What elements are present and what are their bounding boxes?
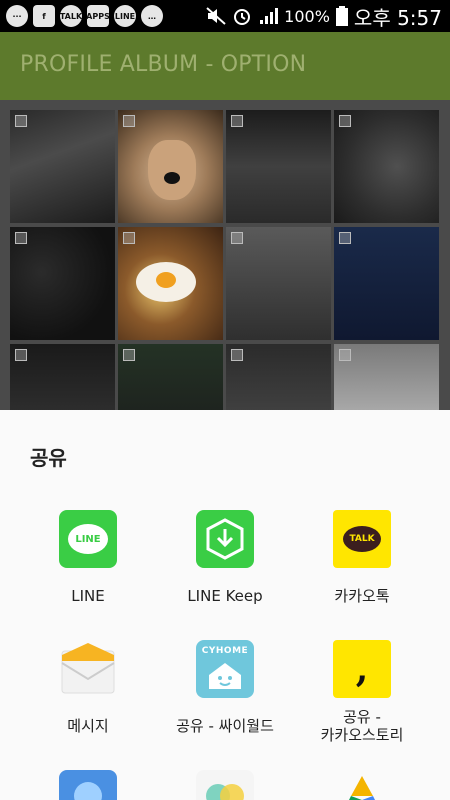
select-checkbox[interactable] — [231, 349, 243, 361]
photo-tile[interactable] — [334, 110, 439, 223]
photo-content — [156, 272, 176, 288]
photo-tile[interactable] — [10, 227, 115, 340]
photo-tile[interactable] — [10, 110, 115, 223]
share-sheet: 공유 LINE LINE LINE Keep TALK 카카오톡 메시지 CYH… — [0, 410, 450, 800]
photo-tile[interactable] — [118, 227, 223, 340]
photo-content — [164, 172, 180, 184]
share-target-line-keep[interactable]: LINE Keep — [150, 510, 300, 605]
share-sheet-title: 공유 — [30, 446, 67, 470]
kakaotalk-icon: TALK — [333, 510, 391, 568]
share-target-message[interactable]: 메시지 — [13, 640, 163, 735]
alarm-icon — [234, 9, 251, 25]
share-target-line[interactable]: LINE LINE — [13, 510, 163, 605]
clock: 오후 5:57 — [353, 5, 442, 30]
share-target-label: LINE — [71, 587, 105, 605]
photo-tile[interactable] — [226, 227, 331, 340]
select-checkbox[interactable] — [339, 115, 351, 127]
select-checkbox[interactable] — [339, 232, 351, 244]
share-target-label: 공유 - 싸이월드 — [176, 717, 274, 735]
status-bar: ··· f TALK APPS LINE … 100% 오후 5:57 — [0, 0, 450, 32]
notification-icons: ··· f TALK APPS LINE … — [6, 5, 163, 27]
wechat-icon: … — [141, 5, 163, 27]
house-face-icon — [209, 663, 241, 689]
message-envelope-icon — [59, 640, 117, 698]
select-checkbox[interactable] — [123, 232, 135, 244]
line-bubble: LINE — [68, 524, 108, 554]
select-checkbox[interactable] — [231, 115, 243, 127]
battery-percent: 100% — [284, 6, 330, 26]
select-checkbox[interactable] — [15, 115, 27, 127]
select-checkbox[interactable] — [231, 232, 243, 244]
share-target-cyworld[interactable]: CYHOME 공유 - 싸이월드 — [150, 640, 300, 735]
story-comma: , — [355, 648, 369, 690]
google-drive-icon[interactable] — [333, 770, 391, 800]
talk-bubble: TALK — [343, 526, 381, 552]
share-target-kakaotalk[interactable]: TALK 카카오톡 — [287, 510, 437, 605]
cloud-graphic — [74, 782, 102, 800]
line-icon: LINE — [114, 5, 136, 27]
battery-icon — [335, 6, 348, 26]
line-icon: LINE — [59, 510, 117, 568]
cloud-icon[interactable] — [59, 770, 117, 800]
select-checkbox[interactable] — [15, 232, 27, 244]
mute-icon — [206, 7, 226, 25]
select-checkbox[interactable] — [339, 349, 351, 361]
cyhome-text: CYHOME — [201, 646, 249, 656]
drive-graphic — [349, 776, 375, 800]
photo-tile[interactable] — [334, 227, 439, 340]
app-bar: PROFILE ALBUM - OPTION — [0, 32, 450, 100]
select-checkbox[interactable] — [123, 115, 135, 127]
cyworld-home-icon: CYHOME — [196, 640, 254, 698]
share-target-label: 카카오톡 — [334, 587, 390, 605]
photo-tile[interactable] — [226, 110, 331, 223]
apps-icon: APPS — [86, 5, 110, 27]
share-target-kakaostory[interactable]: , 공유 - 카카오스토리 — [287, 640, 437, 744]
download-hexagon-icon — [206, 518, 244, 560]
share-target-label: 공유 - 카카오스토리 — [320, 708, 404, 744]
chat-icon: ··· — [6, 5, 28, 27]
photos-icon[interactable] — [196, 770, 254, 800]
photo-tile[interactable] — [118, 110, 223, 223]
photo-grid — [0, 100, 450, 457]
select-checkbox[interactable] — [15, 349, 27, 361]
facebook-icon: f — [33, 5, 55, 27]
share-target-label: 메시지 — [67, 717, 109, 735]
envelope-graphic — [61, 643, 115, 694]
talk-icon: TALK — [60, 5, 82, 27]
signal-icon — [260, 8, 279, 24]
line-keep-icon — [196, 510, 254, 568]
photos-graphic — [206, 784, 244, 800]
kakaostory-icon: , — [333, 640, 391, 698]
page-title: PROFILE ALBUM - OPTION — [20, 52, 307, 77]
select-checkbox[interactable] — [123, 349, 135, 361]
photo-content — [148, 140, 196, 200]
share-target-label: LINE Keep — [187, 587, 263, 605]
